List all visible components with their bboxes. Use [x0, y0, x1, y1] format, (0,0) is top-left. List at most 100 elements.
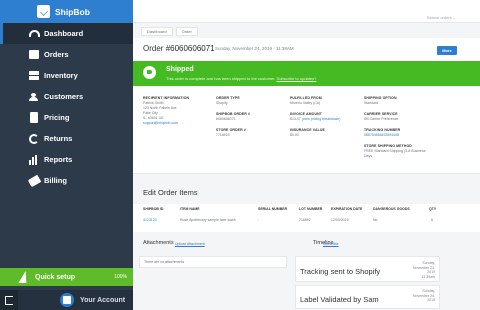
account-avatar[interactable] — [60, 293, 74, 307]
timeline-date-line: 11:39am — [421, 274, 435, 279]
brand-header[interactable]: ShipBob — [0, 0, 133, 23]
status-title: Shipped — [166, 66, 194, 73]
sidebar-item-orders[interactable]: Orders — [0, 44, 133, 65]
column-header: EXPIRATION DATE — [331, 207, 363, 211]
item-name: Rose Apothecary sample face wash — [180, 218, 236, 222]
order-header: Order #6060606071 Sunday, November 24, 2… — [133, 38, 480, 61]
tracking-number-label: TRACKING NUMBER — [364, 128, 401, 132]
more-button[interactable]: More — [437, 46, 457, 55]
order-number: #6060606071 — [165, 44, 215, 53]
item-serial-number: - — [258, 218, 260, 222]
attachments-list: There are no attachments — [139, 256, 287, 268]
timeline-subscribe-link[interactable]: Subscribe — [323, 242, 339, 246]
status-message: This order is complete and has been ship… — [166, 76, 316, 81]
order-date: Sunday, November 24, 2019 · 11:38AM — [215, 46, 294, 51]
items-section-title: Edit Order Items — [143, 188, 198, 197]
recipient-label: RECIPIENT INFORMATION — [143, 96, 190, 100]
order-details: RECIPIENT INFORMATION Patrick Smith 123 … — [133, 86, 480, 174]
billing-tag-icon — [27, 174, 41, 187]
item-expiration-date: 12/03/2019 — [331, 218, 349, 222]
invoice-amount-value: $13.47 (view pricing breakdown) — [290, 117, 360, 122]
shipbob-order-label: SHIPBOB ORDER # — [216, 112, 250, 116]
recipient-column: RECIPIENT INFORMATION Patrick Smith 123 … — [143, 96, 213, 132]
invoice-amount: $13.47 — [290, 117, 301, 121]
timeline-event-text: Tracking sent to Shopify — [300, 267, 381, 276]
timeline-date-line: November 24, — [413, 293, 435, 298]
invoice-amount-label: INVOICE AMOUNT — [290, 112, 322, 116]
item-shipbob-id[interactable]: 4123123 — [143, 218, 157, 222]
lightning-bolt-icon — [18, 271, 30, 283]
dashboard-gauge-icon — [28, 28, 40, 40]
timeline-date-line: Sunday, — [422, 261, 435, 265]
shipped-truck-icon — [143, 66, 156, 79]
timeline-event-date: Sunday, November 24, 2019 11:39am — [409, 261, 435, 279]
timeline-date-line: November 24, — [413, 265, 435, 270]
sidebar-item-dashboard[interactable]: Dashboard — [0, 23, 133, 44]
subscribe-updates-link[interactable]: Subscribe to updates? — [277, 76, 317, 81]
items-table: SHIPBOB ID ITEM NAME SERIAL NUMBER LOT N… — [133, 204, 480, 232]
sidebar-item-label: Reports — [44, 155, 73, 164]
item-lot-number: 716892 — [299, 218, 311, 222]
item-qty: 6 — [431, 218, 433, 222]
timeline-date-line: 2019 — [427, 270, 435, 274]
breadcrumb: Dashboard Order — [141, 27, 198, 36]
item-dangerous-goods: No — [373, 218, 378, 222]
returns-arrow-icon — [28, 133, 40, 145]
sidebar-item-label: Inventory — [44, 71, 78, 80]
sidebar-item-reports[interactable]: Reports — [0, 149, 133, 170]
quick-setup-percent: 100% — [114, 274, 127, 280]
logout-button[interactable] — [0, 290, 18, 310]
sidebar-item-label: Billing — [44, 176, 67, 185]
column-header: LOT NUMBER — [299, 207, 323, 211]
carrier-service-label: CARRIER SERVICE — [364, 112, 398, 116]
order-title-prefix: Order — [143, 44, 164, 53]
your-account-link[interactable]: Your Account — [80, 297, 125, 304]
sidebar: ShipBob Dashboard Orders Inventory Custo… — [0, 0, 133, 310]
search-input[interactable]: Search orders... — [427, 15, 455, 20]
orders-bag-icon — [28, 49, 40, 61]
status-message-text: This order is complete and has been ship… — [166, 76, 276, 81]
sidebar-item-pricing[interactable]: Pricing — [0, 107, 133, 128]
shipping-option-value: Standard — [364, 101, 379, 105]
carrier-service-value: SB Carrier Preference — [364, 117, 399, 121]
quick-setup-button[interactable]: Quick setup 100% — [0, 268, 133, 286]
pricing-breakdown-link[interactable]: (view pricing breakdown) — [302, 117, 341, 121]
inventory-boxes-icon — [28, 70, 40, 82]
sidebar-item-returns[interactable]: Returns — [0, 128, 133, 149]
upload-attachment-link[interactable]: Upload Attachment — [175, 242, 205, 246]
timeline-date-line: 2019 — [427, 298, 435, 302]
attachments-empty-text: There are no attachments — [144, 260, 185, 264]
customers-people-icon — [28, 91, 40, 103]
top-bar: Search orders... — [133, 0, 480, 23]
timeline-event-text: Label Validated by Sam — [300, 295, 379, 304]
quick-setup-label: Quick setup — [35, 273, 76, 281]
sidebar-item-label: Pricing — [44, 113, 70, 122]
tracking-number-link[interactable]: 586754566493594408 — [364, 133, 464, 138]
recipient-email[interactable]: support@shipbob.com — [143, 121, 213, 126]
sidebar-item-label: Returns — [44, 134, 73, 143]
sidebar-item-inventory[interactable]: Inventory — [0, 65, 133, 86]
timeline-event-date: Sunday, November 24, 2019 — [409, 289, 435, 303]
account-bar: Your Account — [0, 290, 133, 310]
breadcrumb-order[interactable]: Order — [175, 27, 198, 36]
sidebar-item-label: Customers — [44, 92, 84, 101]
store-shipping-line-2: Days — [364, 154, 372, 158]
shipping-column: SHIPPING OPTION Standard CARRIER SERVICE… — [364, 96, 464, 165]
fulfilled-from-label: FULFILLED FROM — [290, 96, 322, 100]
sidebar-item-billing[interactable]: Billing — [0, 170, 133, 191]
column-header: DANGEROUS GOODS — [373, 207, 410, 211]
breadcrumb-dashboard[interactable]: Dashboard — [141, 27, 173, 36]
timeline-event: Tracking sent to Shopify Sunday, Novembe… — [295, 256, 440, 282]
reports-bars-icon — [28, 154, 40, 166]
order-type-label: ORDER TYPE — [216, 96, 240, 100]
shipbob-logo-icon — [37, 5, 50, 18]
order-type-column: ORDER TYPE Shopify SHIPBOB ORDER # 60606… — [216, 96, 286, 144]
sidebar-item-customers[interactable]: Customers — [0, 86, 133, 107]
attachments-title: Attachments — [143, 240, 174, 246]
page-title: Order #6060606071 — [143, 44, 215, 53]
insurance-value: $0.00 — [290, 133, 299, 137]
column-header: SHIPBOB ID — [143, 207, 164, 211]
status-banner: Shipped This order is complete and has b… — [133, 61, 480, 86]
column-header: ITEM NAME — [180, 207, 200, 211]
timeline-date-line: Sunday, — [422, 289, 435, 293]
